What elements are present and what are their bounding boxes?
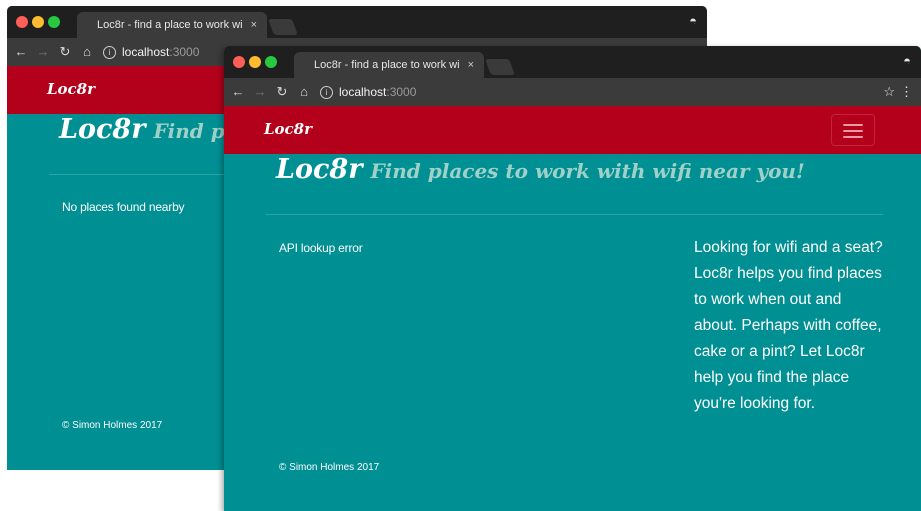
browser-toolbar: ← → ↻ ⌂ i localhost:3000 ☆ ⋮	[224, 78, 921, 106]
footer-copyright: © Simon Holmes 2017	[62, 420, 163, 431]
url-host: localhost	[339, 85, 387, 99]
new-tab-button[interactable]	[485, 59, 515, 75]
info-icon[interactable]: i	[320, 86, 333, 100]
arrow-right-icon[interactable]: →	[35, 38, 51, 66]
close-window-button[interactable]	[233, 56, 245, 68]
reload-icon[interactable]: ↻	[274, 78, 290, 106]
arrow-right-icon[interactable]: →	[252, 78, 268, 106]
footer-copyright: © Simon Holmes 2017	[279, 462, 380, 473]
browser-window-front: Loc8r - find a place to work wi × ◓ ← → …	[224, 46, 921, 511]
kebab-menu-icon[interactable]: ⋮	[900, 78, 913, 106]
arrow-left-icon[interactable]: ←	[230, 78, 246, 106]
minimize-window-button[interactable]	[249, 56, 261, 68]
page-header: Loc8r Find places to work with wifi near …	[276, 154, 805, 185]
tab-strip: Loc8r - find a place to work wi × ◓	[7, 6, 707, 38]
url-port: :3000	[386, 85, 417, 99]
home-icon[interactable]: ⌂	[296, 78, 312, 106]
address-bar[interactable]: i localhost:3000	[320, 80, 881, 104]
sidebar-description: Looking for wifi and a seat? Loc8r helps…	[694, 239, 883, 412]
navbar-brand[interactable]: Loc8r	[47, 80, 95, 98]
incognito-icon: ◓	[689, 13, 697, 28]
maximize-window-button[interactable]	[48, 16, 60, 28]
browser-tab[interactable]: Loc8r - find a place to work wi ×	[294, 52, 484, 78]
reload-icon[interactable]: ↻	[57, 38, 73, 66]
navbar-brand[interactable]: Loc8r	[264, 120, 312, 138]
url-host: localhost	[122, 45, 170, 59]
hamburger-icon[interactable]	[831, 114, 875, 146]
arrow-left-icon[interactable]: ←	[13, 38, 29, 66]
status-message: No places found nearby	[62, 200, 185, 214]
info-icon[interactable]: i	[103, 46, 116, 60]
status-message: API lookup error	[279, 241, 363, 255]
tab-close-icon[interactable]: ×	[468, 52, 474, 78]
page-header: Loc8r Find pla	[59, 114, 245, 145]
home-icon[interactable]: ⌂	[79, 38, 95, 66]
incognito-icon: ◓	[903, 53, 911, 68]
minimize-window-button[interactable]	[32, 16, 44, 28]
page-tagline: Find places to work with wifi near you!	[370, 159, 805, 183]
page-title: Loc8r	[59, 114, 146, 145]
close-window-button[interactable]	[16, 16, 28, 28]
tab-strip: Loc8r - find a place to work wi × ◓	[224, 46, 921, 78]
tab-title: Loc8r - find a place to work wi	[97, 19, 243, 31]
url-port: :3000	[169, 45, 200, 59]
star-icon[interactable]: ☆	[883, 78, 895, 106]
new-tab-button[interactable]	[268, 19, 298, 35]
browser-tab[interactable]: Loc8r - find a place to work wi ×	[77, 12, 267, 38]
tab-title: Loc8r - find a place to work wi	[314, 59, 460, 71]
tab-close-icon[interactable]: ×	[251, 12, 257, 38]
app-navbar: Loc8r	[224, 106, 921, 154]
page-title: Loc8r	[276, 154, 363, 185]
maximize-window-button[interactable]	[265, 56, 277, 68]
header-divider	[266, 214, 883, 215]
